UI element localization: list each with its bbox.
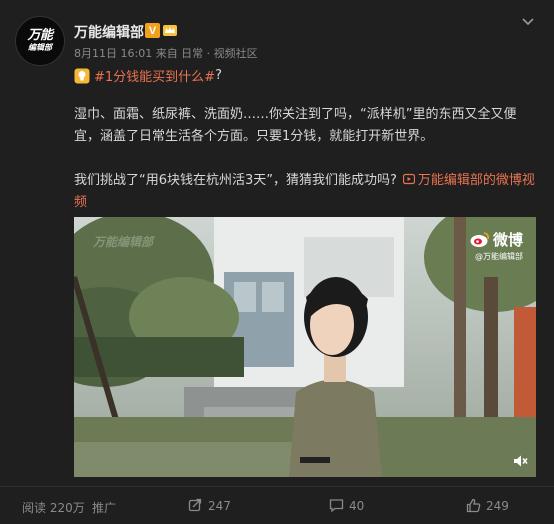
like-icon: [466, 498, 481, 513]
like-button[interactable]: 249: [466, 498, 509, 513]
weibo-watermark-text: 微博: [493, 231, 524, 249]
topic-row: #1分钱能买到什么# ?: [74, 66, 222, 85]
video-watermark-brand: 万能编辑部: [93, 235, 154, 249]
mute-icon[interactable]: [512, 453, 528, 469]
author-name[interactable]: 万能编辑部: [74, 22, 144, 42]
weibo-post-card: 万能 编辑部 万能编辑部 V 8月11日 16:01 来自 日常 · 视频社区 …: [0, 0, 554, 524]
post-paragraph-2: 我们挑战了“用6块钱在杭州活3天”，猜猜我们能成功吗? 万能编辑部的微博视频: [74, 170, 539, 214]
post-paragraph-1: 湿巾、面霜、纸尿裤、洗面奶……你关注到了吗，“派样机”里的东西又全又便宜，涵盖了…: [74, 107, 517, 144]
video-link-icon: [402, 173, 415, 185]
avatar[interactable]: 万能 编辑部: [15, 16, 65, 66]
promote-button[interactable]: 推广: [92, 499, 116, 516]
weibo-watermark-handle: @万能编辑部: [475, 252, 524, 261]
crown-icon[interactable]: [162, 22, 178, 38]
post-paragraph-2-text: 我们挑战了“用6块钱在杭州活3天”，猜猜我们能成功吗?: [74, 173, 397, 188]
video-frame: [74, 217, 536, 477]
post-footer: 阅读 220万 推广 247 40 249: [0, 487, 554, 524]
repost-button[interactable]: 247: [188, 498, 231, 513]
chevron-down-icon[interactable]: [521, 14, 535, 28]
weibo-watermark: 微博 @万能编辑部: [470, 229, 523, 262]
comment-button[interactable]: 40: [329, 498, 364, 513]
comment-count: 40: [349, 498, 365, 513]
vip-badge[interactable]: V: [145, 23, 160, 38]
topic-suffix: ?: [215, 68, 222, 83]
post-meta: 8月11日 16:01 来自 日常 · 视频社区: [74, 47, 258, 60]
topic-link[interactable]: #1分钱能买到什么#: [94, 66, 215, 85]
video-player[interactable]: [74, 217, 536, 477]
avatar-text-top: 万能: [27, 28, 53, 43]
comment-icon: [329, 499, 344, 513]
repost-icon: [188, 498, 202, 512]
repost-count: 247: [208, 498, 231, 513]
bulb-icon: [74, 68, 90, 83]
like-count: 249: [486, 498, 509, 513]
avatar-text-bottom: 编辑部: [28, 43, 52, 52]
weibo-logo-icon: [470, 232, 489, 247]
read-count: 阅读 220万: [22, 501, 85, 515]
